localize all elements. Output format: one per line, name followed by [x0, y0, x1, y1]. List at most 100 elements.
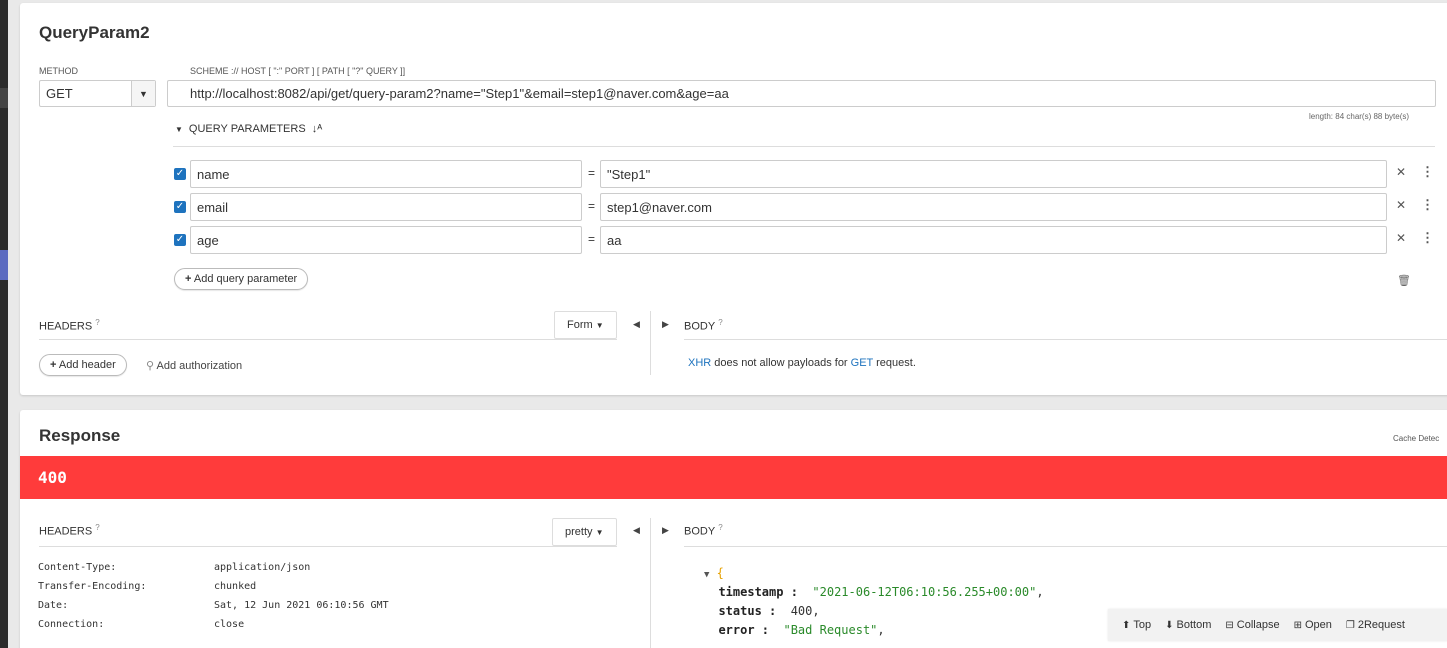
chevron-down-icon: ▼ [595, 528, 604, 537]
param-value-input[interactable]: aa [600, 226, 1387, 254]
request-headers-text: HEADERS [39, 320, 93, 333]
add-query-parameter-label: Add query parameter [193, 273, 298, 285]
query-param-row: ✓ email = step1@naver.com ✕ ⋮ [174, 193, 1444, 221]
left-sidebar-strip [0, 0, 8, 648]
header-row: Transfer-Encoding: chunked [38, 581, 389, 600]
copy-icon: ❐ [1345, 619, 1355, 631]
method-label: METHOD [39, 66, 78, 76]
more-vertical-icon[interactable]: ⋮ [1421, 164, 1434, 180]
caret-left-icon[interactable]: ◀ [633, 525, 640, 536]
chevron-down-icon[interactable]: ▼ [131, 81, 155, 106]
json-line: timestamp : "2021-06-12T06:10:56.255+00:… [718, 585, 1044, 599]
plus-icon: + [185, 273, 192, 285]
header-row: Content-Type: application/json [38, 562, 389, 581]
xhr-link[interactable]: XHR [688, 357, 711, 369]
more-vertical-icon[interactable]: ⋮ [1421, 197, 1434, 213]
plus-square-icon: ⊞ [1293, 619, 1302, 631]
response-headers-text: HEADERS [39, 525, 93, 538]
more-vertical-icon[interactable]: ⋮ [1421, 230, 1434, 246]
caret-left-icon[interactable]: ◀ [633, 319, 640, 330]
close-icon[interactable]: ✕ [1396, 165, 1406, 179]
help-icon[interactable]: ? [95, 318, 99, 327]
xhr-note-text: does not allow payloads for [711, 357, 851, 369]
collapse-triangle-icon[interactable]: ▼ [704, 570, 709, 580]
minus-square-icon: ⊟ [1225, 619, 1234, 631]
json-key: timestamp : [718, 585, 798, 599]
request-label: 2Request [1357, 619, 1405, 631]
json-line: ▼ { [704, 566, 1044, 585]
help-icon[interactable]: ? [718, 523, 722, 532]
param-value-input[interactable]: step1@naver.com [600, 193, 1387, 221]
divider [684, 339, 1447, 340]
request-headers-label: HEADERS? [39, 318, 100, 333]
checkbox-checked-icon[interactable]: ✓ [174, 234, 186, 246]
help-icon[interactable]: ? [718, 318, 722, 327]
caret-right-icon[interactable]: ▶ [662, 525, 669, 536]
query-param-row: ✓ age = aa ✕ ⋮ [174, 226, 1444, 254]
add-query-parameter-button[interactable]: + Add query parameter [174, 268, 309, 290]
caret-down-icon: ▼ [175, 124, 183, 134]
method-select[interactable]: GET ▼ [39, 80, 156, 107]
response-title: Response [39, 426, 121, 445]
equals-sign: = [588, 232, 596, 246]
close-icon[interactable]: ✕ [1396, 231, 1406, 245]
caret-right-icon[interactable]: ▶ [662, 319, 669, 330]
add-header-button[interactable]: + Add header [39, 354, 127, 376]
request-button[interactable]: ❐ 2Request [1346, 619, 1405, 631]
get-link[interactable]: GET [851, 357, 873, 369]
param-key-input[interactable]: age [190, 226, 582, 254]
header-value: Sat, 12 Jun 2021 06:10:56 GMT [214, 600, 389, 611]
xhr-note-end: request. [873, 357, 916, 369]
header-row: Date: Sat, 12 Jun 2021 06:10:56 GMT [38, 600, 389, 619]
divider [39, 339, 617, 340]
help-icon[interactable]: ? [95, 523, 99, 532]
json-key: error : [718, 623, 770, 637]
param-key-input[interactable]: name [190, 160, 582, 188]
add-authorization-label: Add authorization [156, 360, 243, 372]
divider [173, 146, 1435, 147]
checkbox-checked-icon[interactable]: ✓ [174, 168, 186, 180]
arrow-up-circle-icon: ⬆ [1122, 619, 1131, 631]
query-param-row: ✓ name = "Step1" ✕ ⋮ [174, 160, 1444, 188]
cache-detection-label: Cache Detec [1393, 434, 1440, 443]
bottom-label: Bottom [1176, 619, 1212, 631]
collapse-button[interactable]: ⊟ Collapse [1225, 619, 1279, 631]
query-params-toggle[interactable]: ▼ QUERY PARAMETERS ↓ᴬ [175, 123, 322, 135]
param-key-input[interactable]: email [190, 193, 582, 221]
arrow-down-circle-icon: ⬇ [1165, 619, 1174, 631]
sidebar-active-marker [0, 250, 8, 280]
trash-icon[interactable]: 🗑 [1397, 274, 1411, 287]
sidebar-marker [0, 88, 8, 108]
close-icon[interactable]: ✕ [1396, 198, 1406, 212]
request-title: QueryParam2 [39, 23, 150, 42]
xhr-note: XHR does not allow payloads for GET requ… [688, 357, 916, 369]
plus-icon: + [50, 359, 57, 371]
url-input[interactable]: http://localhost:8082/api/get/query-para… [167, 80, 1436, 107]
pretty-dropdown-label: pretty [565, 526, 593, 538]
pretty-dropdown[interactable]: pretty ▼ [552, 518, 617, 546]
collapse-label: Collapse [1236, 619, 1280, 631]
header-key: Connection: [38, 619, 105, 630]
add-header-label: Add header [58, 359, 116, 371]
add-authorization-link[interactable]: ⚲ Add authorization [146, 359, 242, 372]
panel-divider [650, 518, 651, 648]
panel-divider [650, 311, 651, 375]
open-button[interactable]: ⊞ Open [1294, 619, 1332, 631]
request-body-text: BODY [684, 320, 716, 333]
json-toolbar: ⬆ Top ⬇ Bottom ⊟ Collapse ⊞ Open ❐ 2Request [1108, 609, 1447, 641]
divider [684, 546, 1447, 547]
response-body-text: BODY [684, 525, 716, 538]
form-dropdown-label: Form [567, 319, 593, 331]
json-key: status : [718, 604, 777, 618]
bottom-button[interactable]: ⬇ Bottom [1165, 619, 1211, 631]
param-value-input[interactable]: "Step1" [600, 160, 1387, 188]
request-body-label: BODY? [684, 318, 723, 333]
form-dropdown[interactable]: Form ▼ [554, 311, 617, 339]
top-button[interactable]: ⬆ Top [1122, 619, 1151, 631]
request-panel: QueryParam2 METHOD SCHEME :// HOST [ ":"… [20, 3, 1447, 395]
checkbox-checked-icon[interactable]: ✓ [174, 201, 186, 213]
equals-sign: = [588, 166, 596, 180]
equals-sign: = [588, 199, 596, 213]
scheme-label: SCHEME :// HOST [ ":" PORT ] [ PATH [ "?… [190, 66, 406, 76]
sort-icon[interactable]: ↓ᴬ [312, 123, 322, 135]
